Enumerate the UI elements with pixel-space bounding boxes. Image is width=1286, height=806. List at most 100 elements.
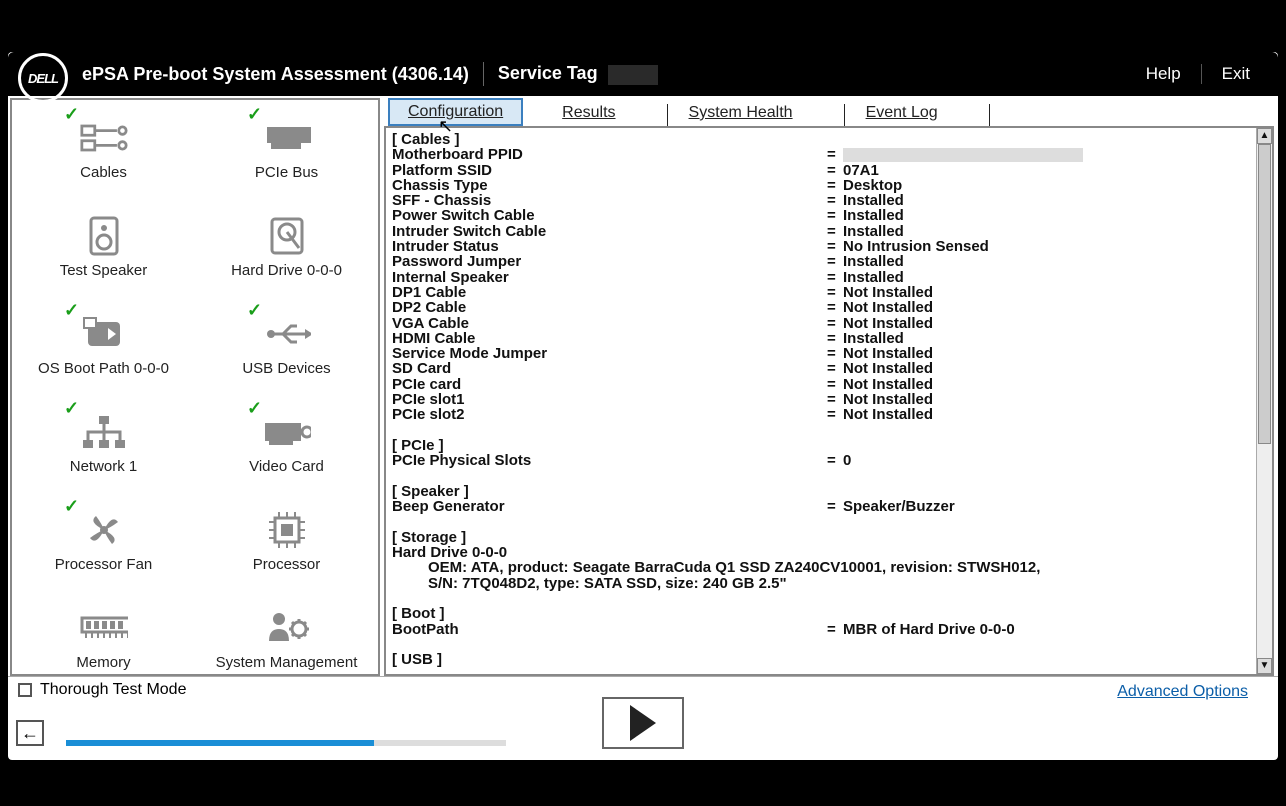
config-label: Platform SSID <box>392 163 827 178</box>
scroll-thumb[interactable] <box>1258 144 1271 444</box>
thorough-test-checkbox[interactable] <box>18 683 32 697</box>
config-section-title: [ Boot ] <box>392 606 1266 621</box>
config-freeform-line: Hard Drive 0-0-0 <box>392 545 1266 560</box>
config-row: SD Card= Not Installed <box>392 361 1266 376</box>
pcie-icon <box>263 118 311 158</box>
device-label: Network 1 <box>70 458 138 475</box>
config-row: DP2 Cable= Not Installed <box>392 300 1266 315</box>
config-value: Not Installed <box>843 285 1266 300</box>
config-row: Internal Speaker= Installed <box>392 270 1266 285</box>
config-row: BootPath= MBR of Hard Drive 0-0-0 <box>392 622 1266 637</box>
device-label: Test Speaker <box>60 262 148 279</box>
config-row: Power Switch Cable= Installed <box>392 208 1266 223</box>
config-row: Password Jumper= Installed <box>392 254 1266 269</box>
tab-bar: Configuration Results System Health Even… <box>384 98 1274 126</box>
play-icon <box>630 705 656 741</box>
device-pcie-bus[interactable]: ✓PCIe Bus <box>195 100 378 198</box>
config-row: Beep Generator= Speaker/Buzzer <box>392 499 1266 514</box>
device-network-1[interactable]: ✓ Network 1 <box>12 394 195 492</box>
tab-configuration[interactable]: Configuration <box>388 98 523 126</box>
checkmark-icon: ✓ <box>64 300 79 321</box>
device-usb-devices[interactable]: ✓USB Devices <box>195 296 378 394</box>
config-label: HDMI Cable <box>392 331 827 346</box>
tab-results[interactable]: Results <box>543 100 634 126</box>
config-value: Not Installed <box>843 346 1266 361</box>
divider <box>483 62 484 86</box>
device-cables[interactable]: ✓Cables <box>12 100 195 198</box>
config-row: Motherboard PPID= <box>392 147 1266 162</box>
footer: Thorough Test Mode Advanced Options ← <box>8 676 1278 752</box>
dell-logo-icon: DELL <box>18 53 68 103</box>
config-label: DP1 Cable <box>392 285 827 300</box>
thorough-test-label: Thorough Test Mode <box>40 681 186 699</box>
exit-link[interactable]: Exit <box>1201 64 1270 84</box>
help-link[interactable]: Help <box>1126 64 1201 84</box>
config-value: Not Installed <box>843 316 1266 331</box>
config-value: Not Installed <box>843 361 1266 376</box>
config-row: Service Mode Jumper= Not Installed <box>392 346 1266 361</box>
checkmark-icon: ✓ <box>247 300 262 321</box>
device-label: Hard Drive 0-0-0 <box>231 262 342 279</box>
config-row: Platform SSID= 07A1 <box>392 163 1266 178</box>
device-system-management[interactable]: System Management <box>195 590 378 676</box>
config-value: Installed <box>843 208 1266 223</box>
progress-fill <box>66 740 374 746</box>
config-label: Chassis Type <box>392 178 827 193</box>
config-label: BootPath <box>392 622 827 637</box>
config-value: 07A1 <box>843 163 1266 178</box>
back-button[interactable]: ← <box>16 720 44 746</box>
config-label: Internal Speaker <box>392 270 827 285</box>
device-processor-fan[interactable]: ✓Processor Fan <box>12 492 195 590</box>
config-value <box>843 147 1266 162</box>
progress-bar <box>66 740 506 746</box>
scrollbar[interactable]: ▲ ▼ <box>1256 128 1272 674</box>
config-value: Installed <box>843 254 1266 269</box>
config-row: PCIe slot2= Not Installed <box>392 407 1266 422</box>
config-label: Power Switch Cable <box>392 208 827 223</box>
config-row: PCIe slot1= Not Installed <box>392 392 1266 407</box>
scroll-down-icon[interactable]: ▼ <box>1257 658 1272 674</box>
device-video-card[interactable]: ✓Video Card <box>195 394 378 492</box>
config-row: PCIe Physical Slots= 0 <box>392 453 1266 468</box>
device-memory[interactable]: Memory <box>12 590 195 676</box>
config-label: PCIe slot2 <box>392 407 827 422</box>
tab-event-log[interactable]: Event Log <box>847 100 957 126</box>
config-label: Motherboard PPID <box>392 147 827 162</box>
usb-icon <box>263 314 311 354</box>
advanced-options-link[interactable]: Advanced Options <box>1117 683 1248 701</box>
config-value: Installed <box>843 331 1266 346</box>
configuration-text-area: [ Cables ]Motherboard PPID= Platform SSI… <box>384 126 1274 676</box>
config-value: MBR of Hard Drive 0-0-0 <box>843 622 1266 637</box>
config-value: Not Installed <box>843 407 1266 422</box>
scroll-up-icon[interactable]: ▲ <box>1257 128 1272 144</box>
config-row: Intruder Switch Cable= Installed <box>392 224 1266 239</box>
config-label: SD Card <box>392 361 827 376</box>
checkmark-icon: ✓ <box>64 398 79 419</box>
config-label: Password Jumper <box>392 254 827 269</box>
tab-system-health[interactable]: System Health <box>670 100 812 126</box>
device-hard-drive-0-0-0[interactable]: Hard Drive 0-0-0 <box>195 198 378 296</box>
memory-icon <box>80 608 128 648</box>
config-section-title: [ PCIe ] <box>392 438 1266 453</box>
config-label: PCIe card <box>392 377 827 392</box>
device-label: PCIe Bus <box>255 164 318 181</box>
fan-icon <box>80 510 128 550</box>
device-label: Processor Fan <box>55 556 153 573</box>
config-row: SFF - Chassis= Installed <box>392 193 1266 208</box>
service-tag-label: Service Tag <box>498 63 658 85</box>
config-row: Intruder Status= No Intrusion Sensed <box>392 239 1266 254</box>
device-os-boot-path-0-0-0[interactable]: ✓ OS Boot Path 0-0-0 <box>12 296 195 394</box>
device-label: Video Card <box>249 458 324 475</box>
device-test-speaker[interactable]: Test Speaker <box>12 198 195 296</box>
device-processor[interactable]: Processor <box>195 492 378 590</box>
cables-icon <box>80 118 128 158</box>
config-value: No Intrusion Sensed <box>843 239 1266 254</box>
play-button[interactable] <box>602 697 684 749</box>
config-label: Intruder Switch Cable <box>392 224 827 239</box>
device-label: Processor <box>253 556 321 573</box>
device-label: OS Boot Path 0-0-0 <box>38 360 169 377</box>
checkmark-icon: ✓ <box>64 104 79 125</box>
config-value: Not Installed <box>843 392 1266 407</box>
config-label: VGA Cable <box>392 316 827 331</box>
config-value: Installed <box>843 224 1266 239</box>
